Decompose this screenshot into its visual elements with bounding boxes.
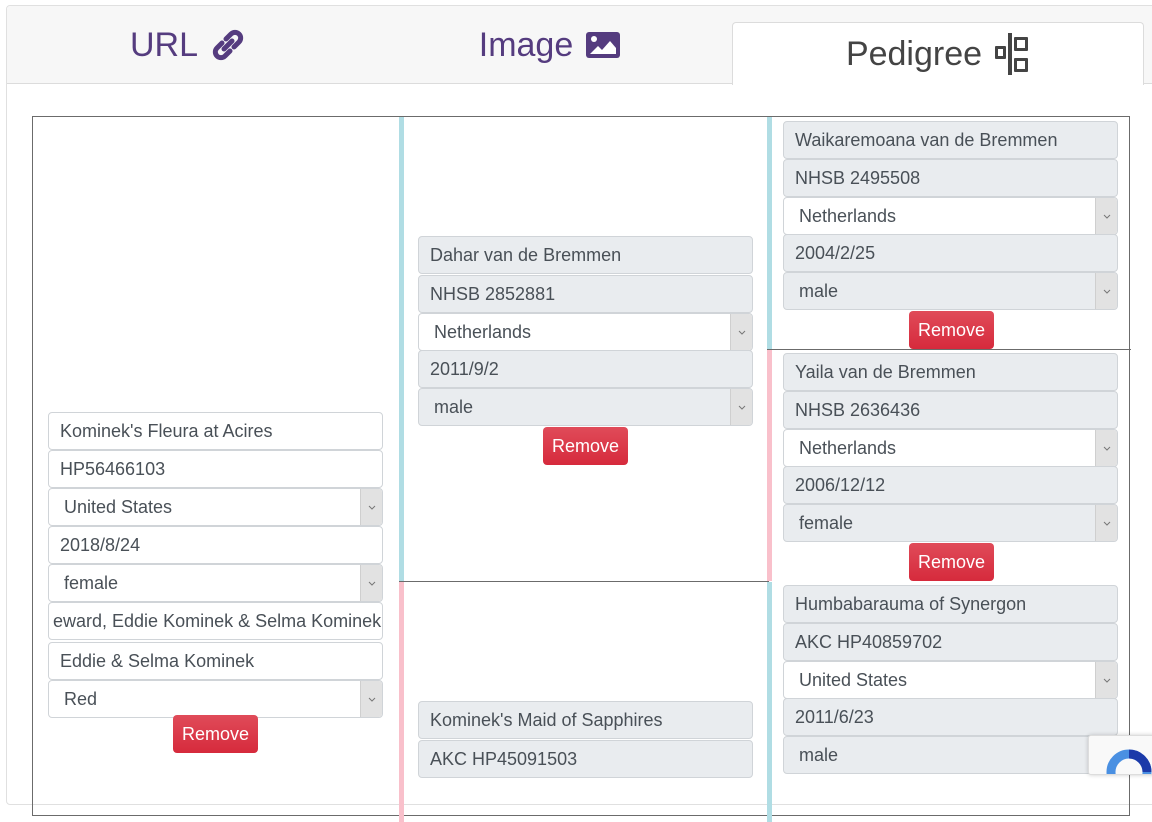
subject-country-select[interactable]: United States: [48, 488, 383, 526]
subject-country-value: United States: [64, 497, 173, 517]
subject-owner-input[interactable]: eward, Eddie Kominek & Selma Kominek: [48, 602, 383, 640]
sire-sire-country-select[interactable]: Netherlands: [783, 197, 1118, 235]
sire-dam-cell: Yaila van de Bremmen NHSB 2636436 Nether…: [767, 350, 1131, 581]
sire-sire-birthdate-input[interactable]: 2004/2/25: [783, 234, 1118, 272]
sire-sex-select[interactable]: male: [418, 388, 753, 426]
recaptcha-badge[interactable]: [1088, 735, 1152, 775]
sire-dam-sex-value: female: [799, 513, 854, 533]
dam-registration-input[interactable]: AKC HP45091503: [418, 740, 753, 778]
chevron-down-icon: [1095, 198, 1117, 234]
sire-dam-sex-select[interactable]: female: [783, 504, 1118, 542]
subject-remove-button[interactable]: Remove: [173, 715, 258, 753]
sire-country-value: Netherlands: [434, 322, 532, 342]
sire-sire-registration-input[interactable]: NHSB 2495508: [783, 159, 1118, 197]
dam-name-input[interactable]: Kominek's Maid of Sapphires: [418, 701, 753, 739]
dam-sire-name-input[interactable]: Humbabarauma of Synergon: [783, 585, 1118, 623]
dam-sire-country-select[interactable]: United States: [783, 661, 1118, 699]
dam-sire-birthdate-input[interactable]: 2011/6/23: [783, 698, 1118, 736]
tab-pedigree[interactable]: Pedigree: [732, 22, 1144, 85]
subject-name-input[interactable]: Kominek's Fleura at Acires: [48, 412, 383, 450]
subject-registration-input[interactable]: HP56466103: [48, 450, 383, 488]
tab-url-label: URL: [129, 25, 199, 64]
subject-birthdate-input[interactable]: 2018/8/24: [48, 526, 383, 564]
sire-country-select[interactable]: Netherlands: [418, 313, 753, 351]
sire-name-input[interactable]: Dahar van de Bremmen: [418, 236, 753, 274]
sire-remove-button[interactable]: Remove: [543, 427, 628, 465]
sire-sire-sex-value: male: [799, 281, 839, 301]
chevron-down-icon: [360, 489, 382, 525]
dam-sire-sex-value: male: [799, 745, 839, 765]
sire-dam-country-select[interactable]: Netherlands: [783, 429, 1118, 467]
subject-column: Kominek's Fleura at Acires HP56466103 Un…: [33, 117, 399, 817]
chevron-down-icon: [1095, 662, 1117, 698]
tab-bar: URL Image Pedigree: [7, 6, 1152, 85]
subject-color-select[interactable]: Red: [48, 680, 383, 718]
tab-pedigree-label: Pedigree: [845, 34, 983, 73]
chevron-down-icon: [730, 314, 752, 350]
sire-dam-registration-input[interactable]: NHSB 2636436: [783, 391, 1118, 429]
sire-birthdate-input[interactable]: 2011/9/2: [418, 350, 753, 388]
sire-sire-name-input[interactable]: Waikaremoana van de Bremmen: [783, 121, 1118, 159]
tab-image-label: Image: [478, 25, 574, 64]
dam-sire-cell: Humbabarauma of Synergon AKC HP40859702 …: [767, 582, 1131, 822]
sire-sire-cell: Waikaremoana van de Bremmen NHSB 2495508…: [767, 117, 1131, 349]
chevron-down-icon: [360, 681, 382, 717]
sire-dam-country-value: Netherlands: [799, 438, 897, 458]
recaptcha-icon: [1106, 749, 1152, 774]
subject-sex-select[interactable]: female: [48, 564, 383, 602]
chevron-down-icon: [360, 565, 382, 601]
sire-cell: Dahar van de Bremmen NHSB 2852881 Nether…: [399, 117, 769, 581]
sire-dam-remove-button[interactable]: Remove: [909, 543, 994, 581]
sitemap-icon: [994, 32, 1030, 76]
tab-url[interactable]: URL: [7, 6, 369, 84]
sire-sire-country-value: Netherlands: [799, 206, 897, 226]
tab-image[interactable]: Image: [369, 6, 731, 84]
dam-cell: Kominek's Maid of Sapphires AKC HP450915…: [399, 582, 769, 822]
sire-dam-name-input[interactable]: Yaila van de Bremmen: [783, 353, 1118, 391]
subject-color-value: Red: [64, 689, 98, 709]
sire-dam-birthdate-input[interactable]: 2006/12/12: [783, 466, 1118, 504]
sire-sire-remove-button[interactable]: Remove: [909, 311, 994, 349]
pedigree-tree: Kominek's Fleura at Acires HP56466103 Un…: [32, 116, 1131, 822]
sire-registration-input[interactable]: NHSB 2852881: [418, 275, 753, 313]
subject-breeder-input[interactable]: Eddie & Selma Kominek: [48, 642, 383, 680]
subject-sex-value: female: [64, 573, 119, 593]
sire-sire-sex-select[interactable]: male: [783, 272, 1118, 310]
dam-sire-country-value: United States: [799, 670, 908, 690]
sire-sex-value: male: [434, 397, 474, 417]
chevron-down-icon: [1095, 505, 1117, 541]
dam-sire-registration-input[interactable]: AKC HP40859702: [783, 623, 1118, 661]
chevron-down-icon: [730, 389, 752, 425]
chevron-down-icon: [1095, 273, 1117, 309]
chevron-down-icon: [1095, 430, 1117, 466]
image-icon: [585, 30, 621, 60]
dam-sire-sex-select[interactable]: male: [783, 736, 1118, 774]
link-icon: [210, 27, 246, 63]
